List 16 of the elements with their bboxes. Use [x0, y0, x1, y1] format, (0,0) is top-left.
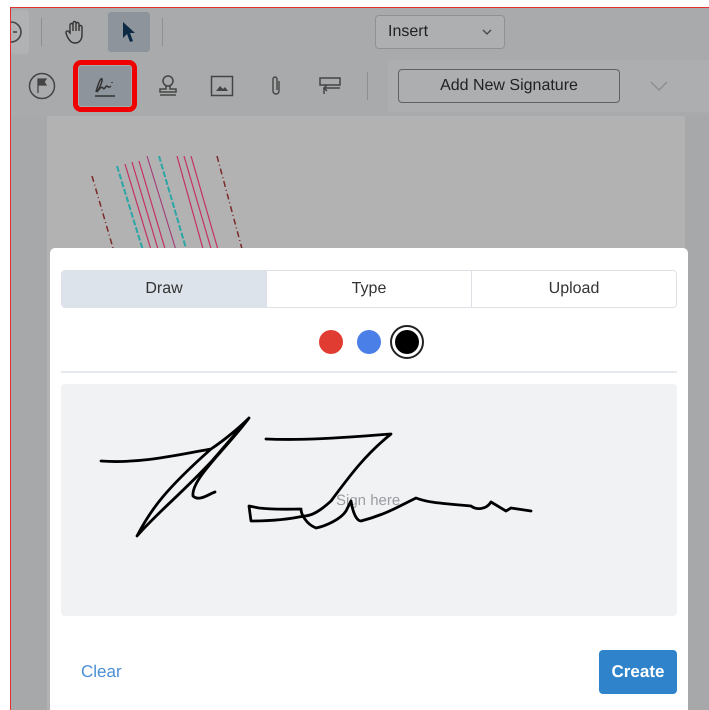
stamp-icon [158, 74, 178, 98]
add-new-signature-button[interactable]: Add New Signature [398, 69, 620, 103]
chevron-down-icon [482, 29, 492, 35]
cursor-arrow-icon [121, 21, 137, 43]
flag-icon [28, 72, 56, 100]
form-field-icon [318, 75, 342, 97]
ink-color-swatch[interactable] [390, 325, 424, 359]
create-button[interactable]: Create [599, 650, 677, 694]
signature-tool-button[interactable] [79, 66, 131, 106]
zoom-out-icon [11, 21, 25, 43]
zoom-button[interactable] [11, 10, 29, 54]
insert-dropdown[interactable]: Insert [375, 15, 505, 49]
signature-tab[interactable]: Upload [471, 271, 676, 307]
signature-tab[interactable]: Draw [62, 271, 266, 307]
select-tool-button[interactable] [108, 12, 150, 52]
image-icon [210, 75, 234, 97]
